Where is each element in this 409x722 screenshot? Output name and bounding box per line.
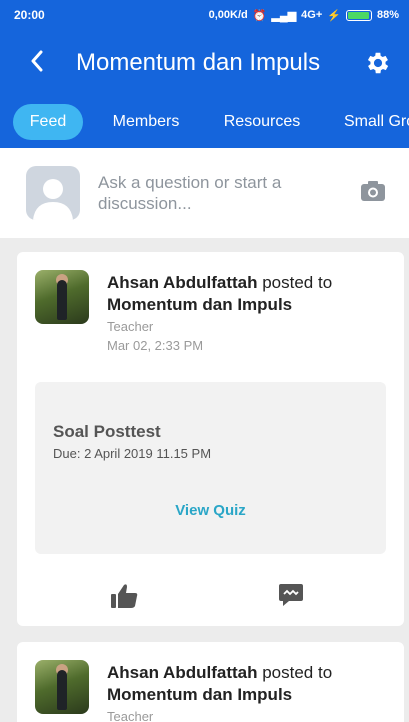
author-role: Teacher [107,319,154,334]
post-action: posted to [257,273,333,292]
status-bar: 20:00 0,00K/d ⏰ ▂▄▆ 4G+ ⚡ 88% [0,0,409,30]
tab-small-groups[interactable]: Small Gro [336,104,409,140]
tab-resources[interactable]: Resources [214,104,310,140]
comment-button[interactable] [277,582,307,612]
author-name[interactable]: Ahsan Abdulfattah [107,663,257,682]
quiz-attachment: Soal Posttest Due: 2 April 2019 11.15 PM… [35,382,386,554]
back-button[interactable] [30,50,60,76]
battery-icon [345,9,372,21]
network-speed: 0,00K/d [208,9,248,21]
group-name[interactable]: Momentum dan Impuls [107,294,332,316]
chevron-left-icon [31,50,43,72]
post-date: Mar 02, 2:33 PM [107,338,204,353]
group-name[interactable]: Momentum dan Impuls [107,684,332,706]
camera-button[interactable] [359,179,387,208]
alarm-icon: ⏰ [252,9,267,22]
charging-icon: ⚡ [327,9,341,22]
post-action: posted to [257,663,333,682]
like-button[interactable] [109,582,139,612]
tab-members[interactable]: Members [100,104,192,140]
page-title: Momentum dan Impuls [76,49,321,76]
thumbs-up-icon [111,584,138,608]
user-avatar [26,166,80,220]
status-time: 20:00 [14,8,45,22]
battery-percent: 88% [376,9,399,21]
tab-bar: Feed Members Resources Small Gro [0,96,409,148]
comment-icon [279,584,303,606]
author-avatar[interactable] [35,660,89,714]
author-name[interactable]: Ahsan Abdulfattah [107,273,257,292]
author-role: Teacher [107,709,154,722]
post-card: Ahsan Abdulfattah posted to Momentum dan… [17,642,404,722]
post-card: Ahsan Abdulfattah posted to Momentum dan… [17,252,404,626]
app-bar: Momentum dan Impuls [0,30,409,96]
view-quiz-link[interactable]: View Quiz [35,502,386,519]
post-actions [17,582,404,612]
post-composer[interactable]: Ask a question or start a discussion... [0,148,409,238]
quiz-title: Soal Posttest [53,422,161,441]
camera-icon [361,180,385,201]
status-icons: 0,00K/d ⏰ ▂▄▆ 4G+ ⚡ 88% [209,9,399,22]
author-avatar[interactable] [35,270,89,324]
network-type: 4G+ [301,9,323,21]
composer-prompt[interactable]: Ask a question or start a discussion... [98,172,359,214]
settings-button[interactable] [363,48,393,78]
person-icon [33,179,73,220]
gear-icon [367,52,389,74]
tab-feed[interactable]: Feed [13,104,83,140]
signal-icon: ▂▄▆ [271,9,297,22]
quiz-due: Due: 2 April 2019 11.15 PM [53,446,212,461]
